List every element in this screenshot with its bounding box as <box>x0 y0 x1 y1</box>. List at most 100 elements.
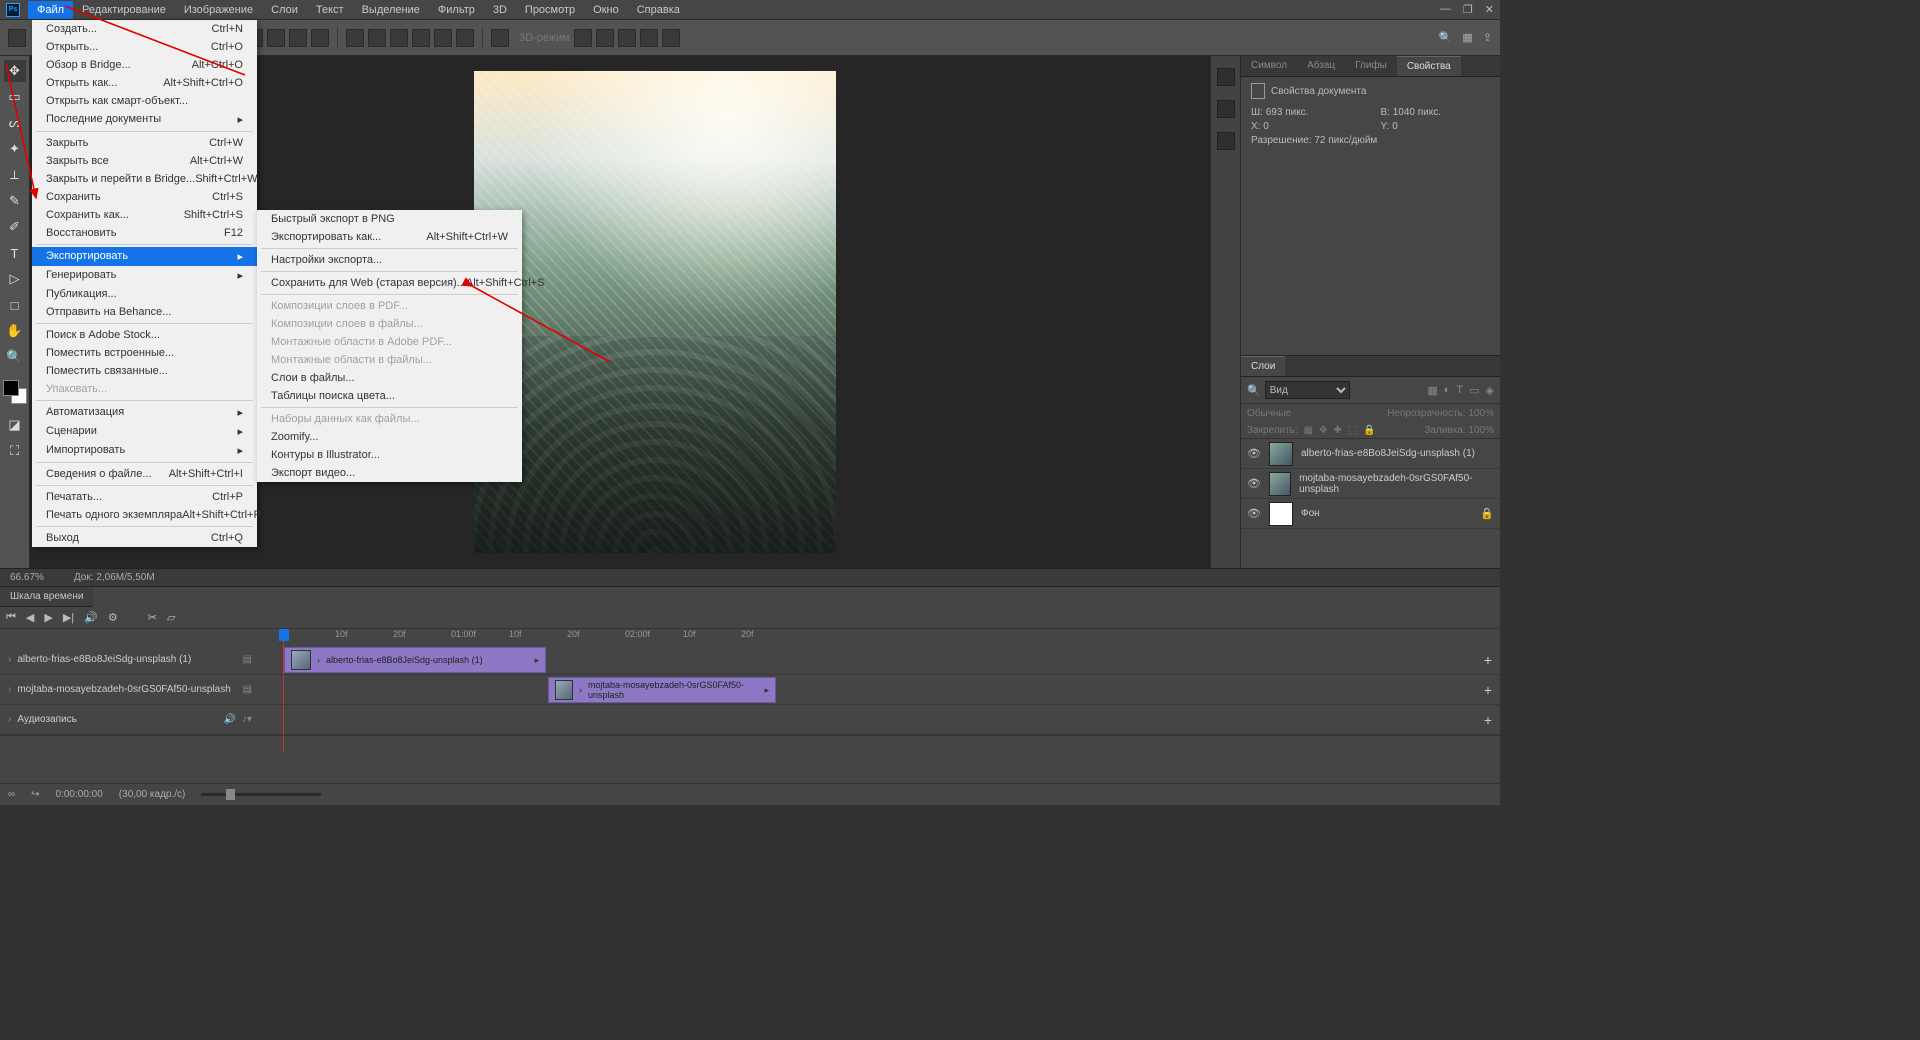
menuitem[interactable]: Закрыть и перейти в Bridge...Shift+Ctrl+… <box>32 170 257 188</box>
dist-3[interactable] <box>390 29 408 47</box>
menu-текст[interactable]: Текст <box>307 1 353 19</box>
menuitem[interactable]: Быстрый экспорт в PNG <box>257 210 522 228</box>
tab-0[interactable]: Символ <box>1241 56 1297 76</box>
menu-фильтр[interactable]: Фильтр <box>429 1 484 19</box>
workspace-icon[interactable]: ▦ <box>1462 31 1472 44</box>
dist-1[interactable] <box>346 29 364 47</box>
menuitem[interactable]: Сведения о файле...Alt+Shift+Ctrl+I <box>32 465 257 483</box>
tool-preset[interactable] <box>8 29 26 47</box>
filter-img-icon[interactable]: ▦ <box>1427 384 1437 397</box>
chevron-right-icon[interactable]: › <box>8 714 11 725</box>
eyedropper-tool[interactable]: ✎ <box>4 190 26 212</box>
brush-tool[interactable]: ✐ <box>4 216 26 238</box>
menuitem[interactable]: Обзор в Bridge...Alt+Ctrl+O <box>32 56 257 74</box>
loop-icon[interactable]: ∞ <box>8 789 15 800</box>
menuitem[interactable]: Поместить связанные... <box>32 362 257 380</box>
next-frame-button[interactable]: ▶| <box>63 611 74 624</box>
move-tool[interactable]: ✥ <box>4 60 26 82</box>
dist-5[interactable] <box>434 29 452 47</box>
wand-tool[interactable]: ✦ <box>4 138 26 160</box>
share-icon[interactable]: ⇪ <box>1483 31 1492 44</box>
play-button[interactable]: ▶ <box>44 611 52 624</box>
align-4[interactable] <box>267 29 285 47</box>
align-6[interactable] <box>311 29 329 47</box>
chevron-right-icon[interactable]: › <box>8 654 11 665</box>
layer-row[interactable]: 👁Фон🔒 <box>1241 499 1500 529</box>
panel-icon-1[interactable] <box>1217 68 1235 86</box>
marquee-tool[interactable]: ▭ <box>4 86 26 108</box>
menu-справка[interactable]: Справка <box>628 1 689 19</box>
menu-файл[interactable]: Файл <box>28 1 73 19</box>
timeline-clip[interactable]: ›mojtaba-mosayebzadeh-0srGS0FAf50-unspla… <box>548 677 776 703</box>
tab-1[interactable]: Абзац <box>1297 56 1345 76</box>
add-clip-button[interactable]: + <box>1484 712 1492 728</box>
menuitem[interactable]: Последние документы▸ <box>32 110 257 129</box>
zoom-slider[interactable] <box>201 793 321 796</box>
filter-smart-icon[interactable]: ◈ <box>1486 384 1494 397</box>
hand-tool[interactable]: ✋ <box>4 320 26 342</box>
color-swatches[interactable] <box>3 380 27 404</box>
layer-row[interactable]: 👁mojtaba-mosayebzadeh-0srGS0FAf50-unspla… <box>1241 469 1500 499</box>
3d-b[interactable] <box>596 29 614 47</box>
filter-type-icon[interactable]: T <box>1456 384 1463 397</box>
visibility-icon[interactable]: 👁 <box>1247 507 1261 520</box>
filter-adj-icon[interactable]: ◐ <box>1444 384 1451 397</box>
tab-layers[interactable]: Слои <box>1241 356 1285 376</box>
menuitem[interactable]: ВыходCtrl+Q <box>32 529 257 547</box>
3d-d[interactable] <box>640 29 658 47</box>
visibility-icon[interactable]: 👁 <box>1247 477 1261 490</box>
close-icon[interactable]: ✕ <box>1485 3 1494 16</box>
menuitem[interactable]: Экспортировать как...Alt+Shift+Ctrl+W <box>257 228 522 246</box>
menuitem[interactable]: Слои в файлы... <box>257 369 522 387</box>
menu-3d[interactable]: 3D <box>484 1 516 19</box>
lasso-tool[interactable]: ᔕ <box>4 112 26 134</box>
zoom-tool[interactable]: 🔍 <box>4 346 26 368</box>
menuitem[interactable]: Поместить встроенные... <box>32 344 257 362</box>
dist-6[interactable] <box>456 29 474 47</box>
menuitem[interactable]: Открыть как смарт-объект... <box>32 92 257 110</box>
menuitem[interactable]: Поиск в Adobe Stock... <box>32 326 257 344</box>
menuitem[interactable]: Публикация... <box>32 285 257 303</box>
menuitem[interactable]: Сохранить как...Shift+Ctrl+S <box>32 206 257 224</box>
menuitem[interactable]: Zoomify... <box>257 428 522 446</box>
menuitem[interactable]: Импортировать▸ <box>32 441 257 460</box>
layer-row[interactable]: 👁alberto-frias-e8Bo8JeiSdg-unsplash (1) <box>1241 439 1500 469</box>
settings-icon[interactable]: ⚙ <box>108 611 118 624</box>
menu-выделение[interactable]: Выделение <box>353 1 429 19</box>
first-frame-button[interactable]: ⏮ <box>6 611 16 624</box>
path-tool[interactable]: ▷ <box>4 268 26 290</box>
menu-изображение[interactable]: Изображение <box>175 1 262 19</box>
menuitem[interactable]: Таблицы поиска цвета... <box>257 387 522 405</box>
more-opts[interactable] <box>491 29 509 47</box>
menuitem[interactable]: Автоматизация▸ <box>32 403 257 422</box>
lock-pix-icon[interactable]: ✚ <box>1334 425 1342 436</box>
zoom-level[interactable]: 66.67% <box>10 572 44 583</box>
menuitem[interactable]: Контуры в Illustrator... <box>257 446 522 464</box>
menuitem[interactable]: ЗакрытьCtrl+W <box>32 134 257 152</box>
lock-pos-icon[interactable]: ✥ <box>1319 425 1327 436</box>
track-menu-icon[interactable]: ▤ <box>243 684 252 695</box>
playhead[interactable] <box>279 629 289 641</box>
panel-icon-2[interactable] <box>1217 100 1235 118</box>
chevron-right-icon[interactable]: › <box>8 684 11 695</box>
menuitem[interactable]: СохранитьCtrl+S <box>32 188 257 206</box>
split-icon[interactable]: ✂ <box>148 611 157 624</box>
3d-c[interactable] <box>618 29 636 47</box>
menuitem[interactable]: Экспортировать▸ <box>32 247 257 266</box>
lock-art-icon[interactable]: ⬚ <box>1348 425 1357 436</box>
minimize-icon[interactable]: — <box>1440 3 1451 16</box>
menuitem[interactable]: Печать одного экземпляраAlt+Shift+Ctrl+P <box>32 506 257 524</box>
timeline-scroll-area[interactable] <box>0 735 1500 783</box>
visibility-icon[interactable]: 👁 <box>1247 447 1261 460</box>
menu-просмотр[interactable]: Просмотр <box>516 1 584 19</box>
screenmode-icon[interactable]: ⛶ <box>4 440 26 462</box>
menuitem[interactable]: Открыть...Ctrl+O <box>32 38 257 56</box>
add-clip-button[interactable]: + <box>1484 682 1492 698</box>
menuitem[interactable]: Отправить на Behance... <box>32 303 257 321</box>
shape-tool[interactable]: □ <box>4 294 26 316</box>
track-menu-icon[interactable]: ▤ <box>243 654 252 665</box>
tab-2[interactable]: Глифы <box>1345 56 1397 76</box>
menuitem[interactable]: Создать...Ctrl+N <box>32 20 257 38</box>
add-clip-button[interactable]: + <box>1484 652 1492 668</box>
search-icon[interactable]: 🔍 <box>1439 31 1453 44</box>
